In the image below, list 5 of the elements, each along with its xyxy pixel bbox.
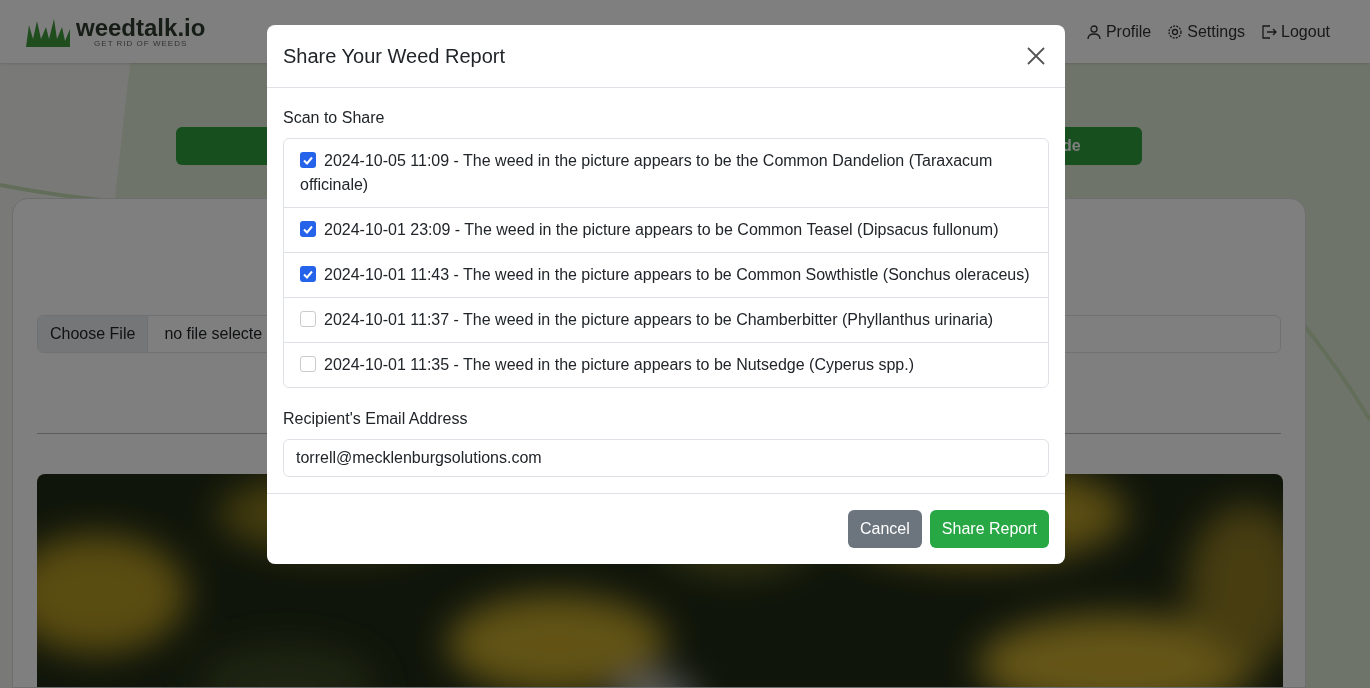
logo-tagline: GET RID OF WEEDS xyxy=(93,39,189,48)
field-label: Recipient's Email Address xyxy=(283,409,469,429)
field-label: Scan to Share xyxy=(283,108,386,128)
logo-text: weedtalk.io xyxy=(76,15,206,40)
dialog-title: Share Your Weed Report xyxy=(283,44,505,69)
